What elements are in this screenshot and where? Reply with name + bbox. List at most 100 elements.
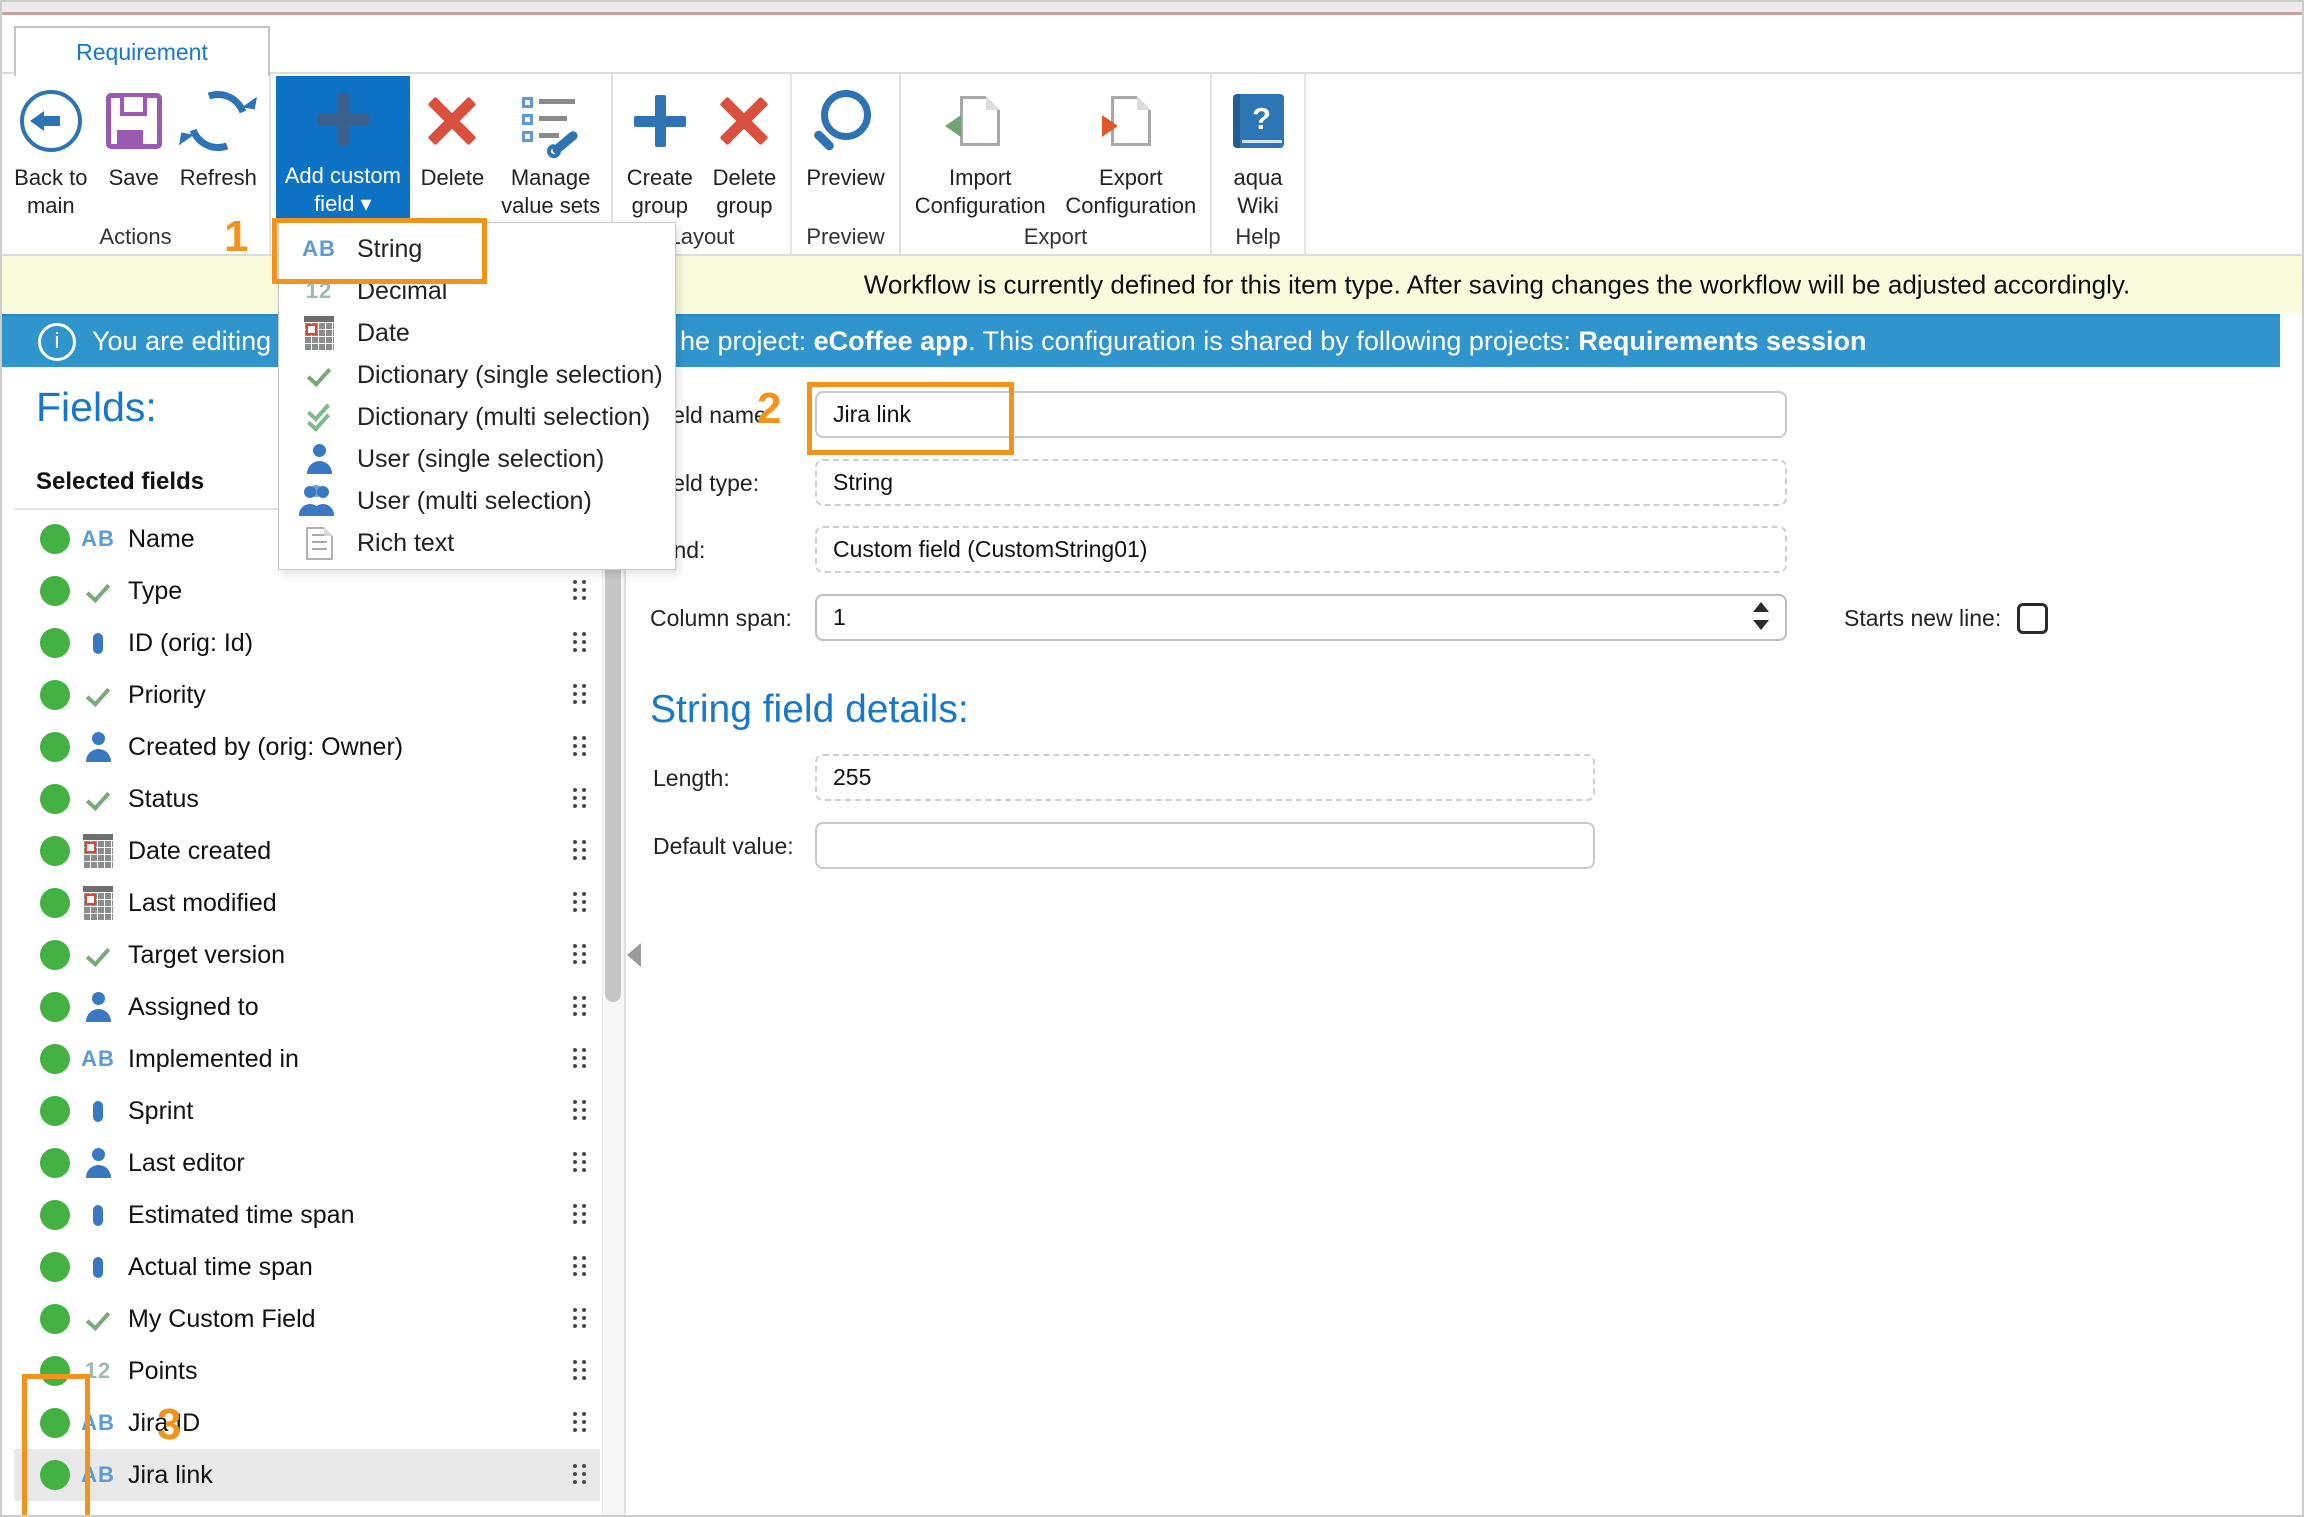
create-group-button[interactable]: Creategroup (621, 78, 699, 220)
field-enabled-dot (40, 732, 70, 762)
field-row-jira-id[interactable]: ABJira ID (14, 1397, 600, 1449)
menu-item-label: String (357, 235, 422, 264)
drag-handle-icon[interactable] (573, 1100, 586, 1122)
field-type-number-icon: 12 (85, 1358, 111, 1384)
menu-item-user-multi-selection-[interactable]: User (multi selection) (279, 480, 675, 522)
drag-handle-icon[interactable] (573, 580, 586, 602)
field-type-check-icon (84, 1310, 112, 1328)
field-row-label: Implemented in (128, 1045, 299, 1074)
create-group-button-label: Creategroup (627, 164, 693, 220)
manage-value-sets-button[interactable]: Managevalue sets (495, 78, 606, 220)
field-row-last-editor[interactable]: Last editor (14, 1137, 600, 1189)
add-custom-field-dropdown-menu: ABString12DecimalDateDictionary (single … (278, 222, 676, 570)
field-row-my-custom-field[interactable]: My Custom Field (14, 1293, 600, 1345)
refresh-button[interactable]: Refresh (174, 78, 263, 192)
import-configuration-icon (960, 96, 1000, 146)
field-row-sprint[interactable]: Sprint (14, 1085, 600, 1137)
aqua-wiki-button[interactable]: aquaWiki (1227, 78, 1290, 220)
field-row-actual-time-span[interactable]: Actual time span (14, 1241, 600, 1293)
collapse-panel-arrow-icon[interactable] (627, 943, 641, 967)
drag-handle-icon[interactable] (573, 1256, 586, 1278)
field-row-created-by-orig-owner-[interactable]: Created by (orig: Owner) (14, 721, 600, 773)
field-row-implemented-in[interactable]: ABImplemented in (14, 1033, 600, 1085)
field-enabled-dot (40, 1252, 70, 1282)
spinner-up-icon[interactable] (1753, 602, 1769, 612)
field-row-last-modified[interactable]: Last modified (14, 877, 600, 929)
field-type-check-icon (84, 686, 112, 704)
drag-handle-icon[interactable] (573, 840, 586, 862)
save-button[interactable]: Save (100, 78, 168, 192)
menu-item-dictionary-single-selection-[interactable]: Dictionary (single selection) (279, 354, 675, 396)
manage-value-sets-icon (522, 97, 580, 145)
field-row-points[interactable]: 12Points (14, 1345, 600, 1397)
field-name-input[interactable]: Jira link (815, 391, 1787, 438)
menu-item-date[interactable]: Date (279, 312, 675, 354)
column-span-stepper[interactable]: 1 (815, 594, 1787, 641)
field-row-label: Assigned to (128, 993, 259, 1022)
starts-new-line-checkbox[interactable] (2017, 603, 2048, 634)
drag-handle-icon[interactable] (573, 736, 586, 758)
field-type-input: String (815, 459, 1787, 506)
ribbon-group-label: Preview (792, 224, 899, 250)
shared-project-name: Requirements session (1578, 326, 1866, 356)
field-row-label: ID (orig: Id) (128, 629, 253, 658)
add-custom-field-button[interactable]: Add customfield ▾ (276, 76, 410, 222)
menu-item-string[interactable]: ABString (279, 228, 675, 270)
default-value-input[interactable] (815, 822, 1595, 869)
import-configuration-button[interactable]: ImportConfiguration (909, 78, 1052, 220)
drag-handle-icon[interactable] (573, 1152, 586, 1174)
delete-group-button-label: Deletegroup (713, 164, 777, 220)
field-row-jira-link[interactable]: ABJira link (14, 1449, 600, 1501)
field-type-text-icon: AB (81, 1462, 115, 1488)
menu-item-user-single-selection-[interactable]: User (single selection) (279, 438, 675, 480)
field-enabled-dot (40, 1044, 70, 1074)
column-span-spinner[interactable] (1753, 602, 1769, 630)
field-row-assigned-to[interactable]: Assigned to (14, 981, 600, 1033)
drag-handle-icon[interactable] (573, 944, 586, 966)
field-row-label: Jira ID (128, 1409, 200, 1438)
export-configuration-button[interactable]: ExportConfiguration (1059, 78, 1202, 220)
menu-item-dictionary-multi-selection-[interactable]: Dictionary (multi selection) (279, 396, 675, 438)
field-enabled-dot (40, 1096, 70, 1126)
preview-button[interactable]: Preview (800, 78, 890, 192)
editing-banner-tail-text: he project: eCoffee app. This configurat… (680, 326, 1867, 357)
field-row-estimated-time-span[interactable]: Estimated time span (14, 1189, 600, 1241)
drag-handle-icon[interactable] (573, 892, 586, 914)
fields-scrollbar-thumb[interactable] (605, 542, 621, 1002)
drag-handle-icon[interactable] (573, 788, 586, 810)
drag-handle-icon[interactable] (573, 684, 586, 706)
drag-handle-icon[interactable] (573, 1048, 586, 1070)
menu-item-rich-text[interactable]: Rich text (279, 522, 675, 564)
field-row-priority[interactable]: Priority (14, 669, 600, 721)
field-enabled-dot (40, 1408, 70, 1438)
drag-handle-icon[interactable] (573, 1204, 586, 1226)
delete-group-button[interactable]: Deletegroup (707, 78, 783, 220)
field-type-text-icon: AB (81, 526, 115, 552)
manage-value-sets-button-label: Managevalue sets (501, 164, 600, 220)
field-row-label: Status (128, 785, 199, 814)
field-row-status[interactable]: Status (14, 773, 600, 825)
drag-handle-icon[interactable] (573, 996, 586, 1018)
save-button-label: Save (109, 164, 159, 192)
back-to-main-button[interactable]: Back tomain (8, 78, 93, 220)
drag-handle-icon[interactable] (573, 1360, 586, 1382)
ribbon-group-label: Help (1212, 224, 1304, 250)
drag-handle-icon[interactable] (573, 632, 586, 654)
drag-handle-icon[interactable] (573, 1308, 586, 1330)
field-type-pill-icon (93, 1257, 103, 1278)
field-row-date-created[interactable]: Date created (14, 825, 600, 877)
menu-item-decimal[interactable]: 12Decimal (279, 270, 675, 312)
export-configuration-button-label: ExportConfiguration (1065, 164, 1196, 220)
field-row-id-orig-id-[interactable]: ID (orig: Id) (14, 617, 600, 669)
tab-requirement[interactable]: Requirement (14, 26, 270, 76)
delete-button[interactable]: Delete (415, 78, 491, 192)
field-row-target-version[interactable]: Target version (14, 929, 600, 981)
drag-handle-icon[interactable] (573, 1464, 586, 1486)
field-row-type[interactable]: Type (14, 565, 600, 617)
field-row-label: Created by (orig: Owner) (128, 733, 403, 762)
field-row-label: Last editor (128, 1149, 245, 1178)
fields-panel-title: Fields: (36, 384, 157, 431)
spinner-down-icon[interactable] (1753, 620, 1769, 630)
ribbon-group-label: Export (901, 224, 1210, 250)
drag-handle-icon[interactable] (573, 1412, 586, 1434)
